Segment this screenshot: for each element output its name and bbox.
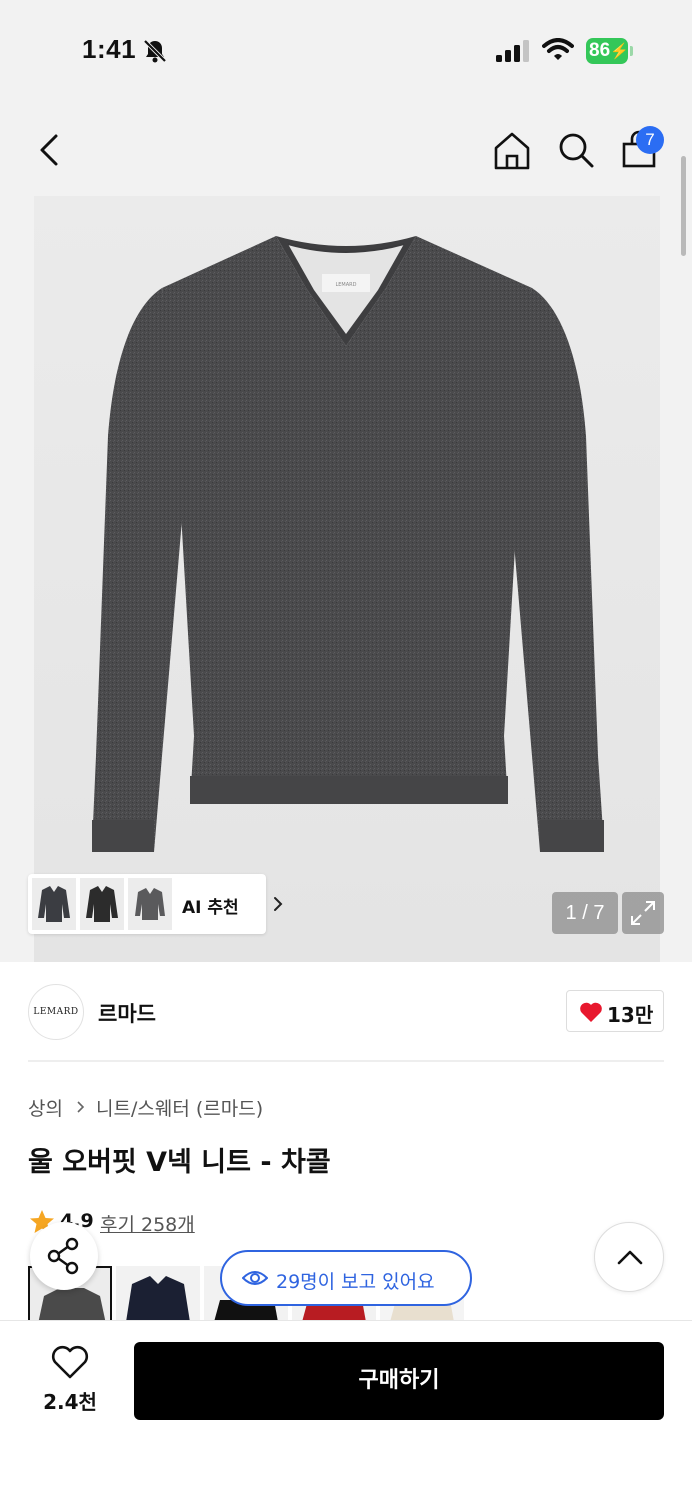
chevron-right-icon <box>274 897 283 911</box>
ai-recommendation-strip[interactable]: AI 추천 <box>28 874 283 934</box>
back-icon[interactable] <box>30 130 70 170</box>
share-button[interactable] <box>30 1222 98 1290</box>
battery-level: 86 <box>589 40 611 61</box>
cart-count-badge: 7 <box>636 126 664 154</box>
eye-icon <box>242 1271 268 1285</box>
bell-off-icon <box>143 39 167 63</box>
signal-icon <box>496 40 529 62</box>
page-scrollbar[interactable] <box>681 156 686 256</box>
wishlist-count: 2.4천 <box>43 1390 97 1414</box>
sweater-image: LEMARD <box>92 236 604 852</box>
reviews-link[interactable]: 후기 258개 <box>100 1210 195 1237</box>
neck-label-text: LEMARD <box>335 282 356 288</box>
home-icon[interactable] <box>492 130 532 170</box>
divider <box>28 1060 664 1062</box>
brand-like-count: 13만 <box>607 1003 654 1027</box>
chevron-right-icon <box>77 1101 85 1113</box>
image-counter: 1 / 7 <box>552 892 618 934</box>
viewers-text: 29명이 보고 있어요 <box>276 1271 435 1293</box>
buy-button[interactable]: 구매하기 <box>134 1342 664 1420</box>
product-title: 울 오버핏 V넥 니트 - 차콜 <box>28 1147 331 1178</box>
color-option-navy[interactable] <box>116 1266 200 1322</box>
ai-thumb-2[interactable] <box>80 878 124 930</box>
share-icon <box>47 1237 79 1275</box>
ai-thumb-1[interactable] <box>32 878 76 930</box>
search-icon[interactable] <box>556 130 596 170</box>
ai-recommend-label: AI 추천 <box>182 898 239 918</box>
brand-like-button[interactable]: 13만 <box>566 990 664 1032</box>
expand-icon[interactable] <box>622 892 664 934</box>
status-time: 1:41 <box>82 34 137 64</box>
scroll-top-button[interactable] <box>594 1222 664 1292</box>
ai-thumb-3[interactable] <box>128 878 172 930</box>
product-photo[interactable]: LEMARD <box>34 196 660 962</box>
chevron-up-icon <box>617 1250 643 1265</box>
product-image-gallery[interactable]: LEMARD <box>0 196 692 962</box>
wifi-icon <box>542 38 574 60</box>
breadcrumb-category[interactable]: 상의 <box>28 1094 63 1121</box>
battery-charging-icon: 86⚡ <box>586 38 634 64</box>
heart-filled-icon <box>580 1002 602 1022</box>
viewers-badge: 29명이 보고 있어요 <box>220 1250 472 1306</box>
heart-outline-icon[interactable] <box>50 1344 90 1380</box>
status-bar: 1:41 86⚡ <box>0 0 692 100</box>
breadcrumb-subcategory[interactable]: 니트/스웨터 (르마드) <box>96 1094 263 1121</box>
brand-logo[interactable]: LEMARD <box>28 984 84 1040</box>
brand-name[interactable]: 르마드 <box>98 998 156 1028</box>
